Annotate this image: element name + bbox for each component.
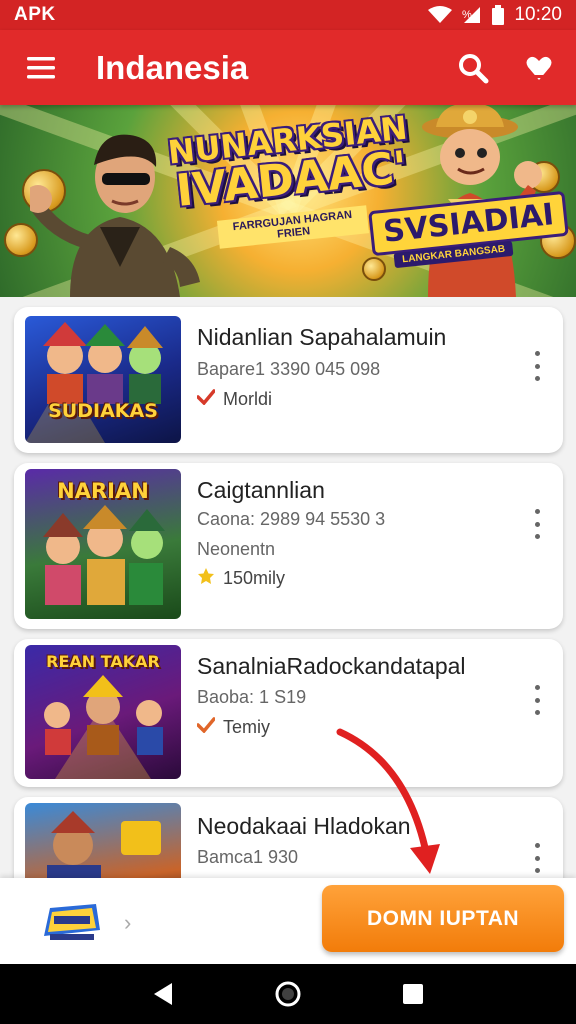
thumbnail-title: NARIAN — [57, 479, 149, 503]
check-icon — [196, 389, 216, 410]
download-bar: › DOMN IUPTAN — [0, 878, 576, 964]
game-card[interactable]: Neodakaai Hladokan Bamca1 930 — [14, 797, 563, 878]
game-subtitle: Bamca1 930 — [197, 847, 299, 867]
game-card[interactable]: SUDIAKAS Nidanlian Sapahalamuin Bapare1 … — [14, 307, 563, 453]
more-options-icon[interactable] — [529, 351, 545, 381]
game-thumbnail[interactable]: REAN TAKAR — [25, 645, 181, 779]
game-subtitle: Bapare1 3390 045 098 — [197, 359, 381, 379]
back-icon[interactable] — [143, 974, 183, 1014]
game-thumbnail[interactable]: SUDIAKAS — [25, 316, 181, 443]
more-options-icon[interactable] — [529, 685, 545, 715]
game-logo-icon[interactable] — [40, 900, 104, 944]
svg-text:%: % — [462, 9, 472, 21]
signal-icon: % — [462, 6, 482, 24]
game-thumbnail[interactable] — [25, 803, 181, 878]
page-title: Indanesia — [96, 48, 249, 86]
game-subtitle-secondary: Neonentn — [197, 539, 276, 559]
menu-icon[interactable] — [24, 51, 58, 85]
game-meta: Morldi — [196, 389, 273, 410]
download-button[interactable]: DOMN IUPTAN — [322, 885, 564, 952]
check-icon — [196, 717, 216, 738]
battery-icon — [492, 5, 505, 25]
game-meta-text: Morldi — [223, 389, 273, 409]
game-title[interactable]: SanalniaRadockandatapal — [197, 653, 466, 680]
game-title[interactable]: Nidanlian Sapahalamuin — [197, 324, 446, 351]
game-list[interactable]: SUDIAKAS Nidanlian Sapahalamuin Bapare1 … — [0, 297, 576, 878]
chevron-right-icon[interactable]: › — [124, 910, 131, 936]
game-subtitle: Caona: 2989 94 5530 3 — [197, 509, 386, 529]
heart-icon[interactable] — [522, 51, 556, 85]
more-options-icon[interactable] — [529, 843, 545, 873]
game-card[interactable]: REAN TAKAR SanalniaRadockandatapal Baoba… — [14, 639, 563, 787]
game-subtitle: Baoba: 1 S19 — [197, 687, 307, 707]
game-card[interactable]: NARIAN Caigtannlian Caona: 2989 94 5530 … — [14, 463, 563, 629]
home-icon[interactable] — [268, 974, 308, 1014]
game-title[interactable]: Neodakaai Hladokan — [197, 813, 411, 840]
game-thumbnail[interactable]: NARIAN — [25, 469, 181, 619]
thumbnail-title: REAN TAKAR — [46, 652, 160, 671]
status-time: 10:20 — [514, 4, 562, 25]
more-options-icon[interactable] — [529, 509, 545, 539]
status-bar: APK % 10:20 — [0, 0, 576, 30]
coin-icon — [362, 257, 386, 281]
game-meta-text: 150mily — [223, 568, 286, 588]
game-title[interactable]: Caigtannlian — [197, 477, 325, 504]
thumbnail-title: SUDIAKAS — [48, 400, 158, 422]
game-meta: 150mily — [197, 567, 285, 590]
status-app-label: APK — [14, 4, 56, 25]
promo-banner[interactable]: NUNARKSIAN IVADAAC' FARRGUJAN HAGRAN FRI… — [0, 105, 576, 297]
wifi-icon — [428, 6, 453, 24]
search-icon[interactable] — [456, 51, 490, 85]
star-icon — [197, 567, 215, 590]
system-nav-bar — [0, 964, 576, 1024]
game-meta: Temiy — [196, 717, 271, 738]
app-bar: Indanesia — [0, 30, 576, 105]
recents-icon[interactable] — [393, 974, 433, 1014]
game-meta-text: Temiy — [223, 717, 271, 737]
